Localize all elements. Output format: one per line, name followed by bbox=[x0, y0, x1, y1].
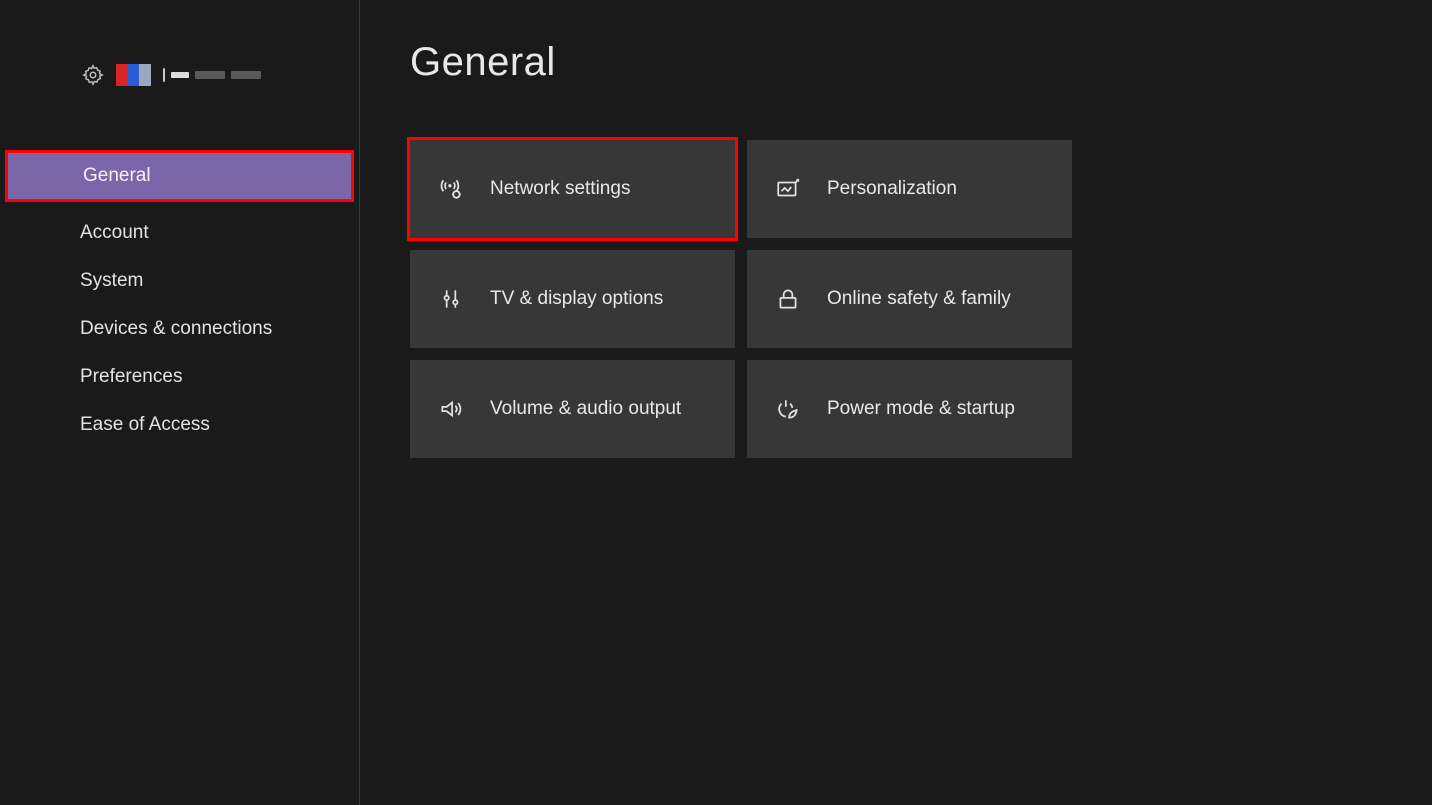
tile-online-safety[interactable]: Online safety & family bbox=[747, 250, 1072, 348]
power-eco-icon bbox=[775, 396, 801, 422]
avatar bbox=[116, 64, 151, 86]
tile-power-startup[interactable]: Power mode & startup bbox=[747, 360, 1072, 458]
volume-icon bbox=[438, 396, 464, 422]
profile-header bbox=[0, 55, 359, 95]
nav-item-label: System bbox=[80, 270, 143, 291]
tile-personalization[interactable]: Personalization bbox=[747, 140, 1072, 238]
nav-item-label: Devices & connections bbox=[80, 318, 272, 339]
nav-item-preferences[interactable]: Preferences bbox=[0, 354, 359, 400]
tile-label: Network settings bbox=[490, 178, 630, 200]
nav-item-ease-of-access[interactable]: Ease of Access bbox=[0, 402, 359, 448]
lock-icon bbox=[775, 286, 801, 312]
network-icon bbox=[438, 176, 464, 202]
personalization-icon bbox=[775, 176, 801, 202]
tile-label: Power mode & startup bbox=[827, 398, 1015, 420]
sidebar: General Account System Devices & connect… bbox=[0, 0, 360, 805]
page-title: General bbox=[410, 40, 1382, 85]
tile-network-settings[interactable]: Network settings bbox=[410, 140, 735, 238]
tile-label: Volume & audio output bbox=[490, 398, 681, 420]
tiles-grid: Network settings Personalization TV bbox=[410, 140, 1382, 458]
tv-display-icon bbox=[438, 286, 464, 312]
main-content: General Network settings bbox=[360, 0, 1432, 805]
nav-item-label: Preferences bbox=[80, 366, 182, 387]
nav-item-general[interactable]: General bbox=[5, 150, 354, 202]
gear-icon bbox=[82, 64, 104, 86]
nav-item-system[interactable]: System bbox=[0, 258, 359, 304]
tile-label: TV & display options bbox=[490, 288, 663, 310]
tile-label: Online safety & family bbox=[827, 288, 1011, 310]
tile-label: Personalization bbox=[827, 178, 957, 200]
settings-nav: General Account System Devices & connect… bbox=[0, 150, 359, 448]
username-redacted bbox=[163, 68, 261, 82]
tile-volume-audio[interactable]: Volume & audio output bbox=[410, 360, 735, 458]
nav-item-label: General bbox=[83, 165, 151, 186]
nav-item-label: Ease of Access bbox=[80, 414, 210, 435]
tile-tv-display[interactable]: TV & display options bbox=[410, 250, 735, 348]
nav-item-label: Account bbox=[80, 222, 149, 243]
nav-item-account[interactable]: Account bbox=[0, 210, 359, 256]
nav-item-devices[interactable]: Devices & connections bbox=[0, 306, 359, 352]
